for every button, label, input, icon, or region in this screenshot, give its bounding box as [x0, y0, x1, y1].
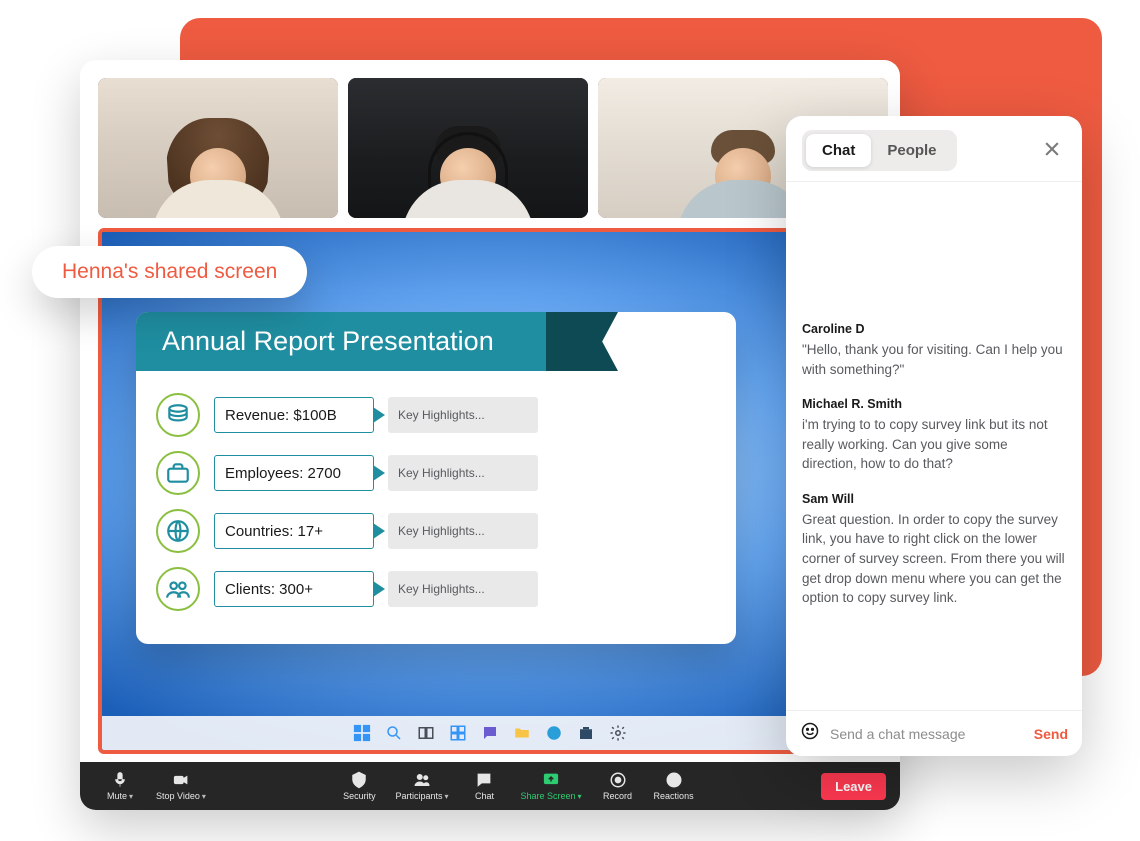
participant-thumb[interactable] — [98, 78, 338, 218]
record-label: Record — [603, 791, 632, 801]
metric-value: Employees: 2700 — [214, 455, 374, 491]
participants-label: Participants — [395, 791, 442, 801]
meeting-toolbar: Mute▾ Stop Video▾ Security Participants▾… — [80, 762, 900, 810]
chat-input[interactable] — [830, 726, 1024, 742]
coins-icon — [156, 393, 200, 437]
metric-row: Revenue: $100B Key Highlights... — [156, 393, 716, 437]
briefcase-icon — [156, 451, 200, 495]
message-body: "Hello, thank you for visiting. Can I he… — [802, 340, 1066, 379]
close-icon[interactable] — [1038, 135, 1066, 167]
mute-button[interactable]: Mute▾ — [94, 771, 146, 801]
settings-icon[interactable] — [608, 723, 628, 743]
share-screen-label: Share Screen — [520, 791, 575, 801]
chat-message: Sam Will Great question. In order to cop… — [802, 492, 1066, 608]
security-label: Security — [343, 791, 376, 801]
metric-value: Revenue: $100B — [214, 397, 374, 433]
metric-highlight: Key Highlights... — [388, 397, 538, 433]
slide-metrics: Revenue: $100B Key Highlights... Employe… — [136, 371, 736, 621]
reactions-button[interactable]: Reactions — [646, 771, 702, 801]
metric-value: Clients: 300+ — [214, 571, 374, 607]
widgets-icon[interactable] — [448, 723, 468, 743]
chat-message: Caroline D "Hello, thank you for visitin… — [802, 322, 1066, 379]
chat-button[interactable]: Chat — [458, 771, 510, 801]
message-body: Great question. In order to copy the sur… — [802, 510, 1066, 608]
metric-row: Employees: 2700 Key Highlights... — [156, 451, 716, 495]
chat-icon[interactable] — [480, 723, 500, 743]
record-button[interactable]: Record — [592, 771, 644, 801]
chat-panel: Chat People Caroline D "Hello, thank you… — [786, 116, 1082, 756]
meeting-window: Annual Report Presentation Revenue: $100… — [80, 60, 900, 810]
chat-header: Chat People — [786, 116, 1082, 182]
search-icon[interactable] — [384, 723, 404, 743]
message-author: Caroline D — [802, 322, 1066, 336]
metric-highlight: Key Highlights... — [388, 513, 538, 549]
chat-compose: Send — [786, 710, 1082, 756]
edge-icon[interactable] — [544, 723, 564, 743]
chat-message: Michael R. Smith i'm trying to to copy s… — [802, 397, 1066, 474]
shared-screen: Annual Report Presentation Revenue: $100… — [98, 228, 882, 754]
security-button[interactable]: Security — [333, 771, 385, 801]
message-author: Michael R. Smith — [802, 397, 1066, 411]
windows-taskbar: ^ — [102, 716, 878, 750]
stop-video-label: Stop Video — [156, 791, 200, 801]
participant-thumbnails — [80, 60, 900, 228]
mute-label: Mute — [107, 791, 127, 801]
globe-icon — [156, 509, 200, 553]
tab-people[interactable]: People — [871, 134, 952, 167]
send-button[interactable]: Send — [1034, 726, 1068, 742]
tab-chat[interactable]: Chat — [806, 134, 871, 167]
store-icon[interactable] — [576, 723, 596, 743]
metric-row: Clients: 300+ Key Highlights... — [156, 567, 716, 611]
start-icon[interactable] — [352, 723, 372, 743]
message-author: Sam Will — [802, 492, 1066, 506]
emoji-icon[interactable] — [800, 721, 820, 746]
metric-row: Countries: 17+ Key Highlights... — [156, 509, 716, 553]
participants-button[interactable]: Participants▾ — [387, 771, 456, 801]
presentation-slide: Annual Report Presentation Revenue: $100… — [136, 312, 736, 644]
message-body: i'm trying to to copy survey link but it… — [802, 415, 1066, 474]
taskview-icon[interactable] — [416, 723, 436, 743]
explorer-icon[interactable] — [512, 723, 532, 743]
participant-thumb[interactable] — [348, 78, 588, 218]
stop-video-button[interactable]: Stop Video▾ — [148, 771, 214, 801]
chat-tabs: Chat People — [802, 130, 957, 171]
chat-messages: Caroline D "Hello, thank you for visitin… — [786, 182, 1082, 710]
chat-label: Chat — [475, 791, 494, 801]
metric-highlight: Key Highlights... — [388, 455, 538, 491]
people-icon — [156, 567, 200, 611]
metric-highlight: Key Highlights... — [388, 571, 538, 607]
leave-button[interactable]: Leave — [821, 773, 886, 800]
slide-title: Annual Report Presentation — [136, 312, 546, 371]
metric-value: Countries: 17+ — [214, 513, 374, 549]
share-screen-button[interactable]: Share Screen▾ — [512, 771, 589, 801]
share-indicator-bubble: Henna's shared screen — [32, 246, 307, 298]
reactions-label: Reactions — [654, 791, 694, 801]
